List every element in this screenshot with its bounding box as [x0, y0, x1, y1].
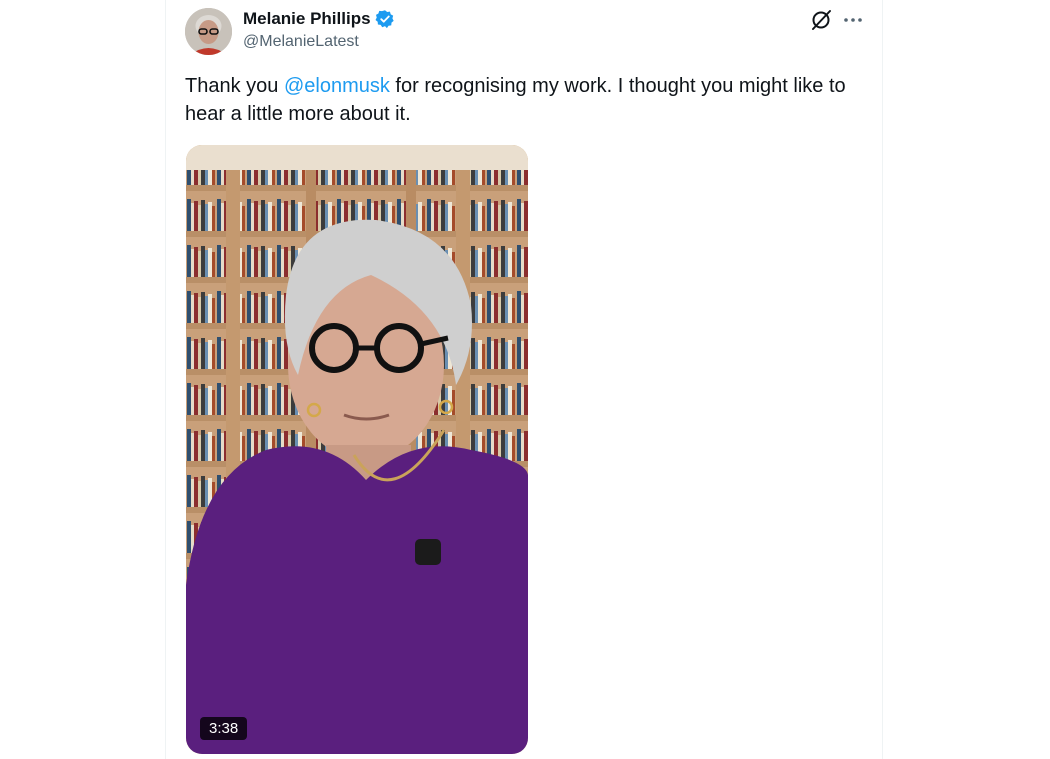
more-options-icon[interactable] — [841, 8, 865, 32]
grok-icon[interactable] — [809, 8, 833, 32]
tweet-card: Melanie Phillips @MelanieLatest Thank yo… — [165, 0, 883, 759]
author-display-name[interactable]: Melanie Phillips — [243, 9, 371, 29]
video-duration-badge: 3:38 — [200, 717, 248, 740]
tweet-text-prefix: Thank you — [185, 75, 284, 97]
author-handle[interactable]: @MelanieLatest — [243, 33, 359, 51]
tweet-text: Thank you @elonmusk for recognising my w… — [185, 72, 875, 128]
video-thumbnail — [186, 145, 528, 754]
verified-badge-icon — [375, 10, 394, 29]
avatar[interactable] — [185, 8, 232, 55]
author-name-row: Melanie Phillips — [243, 8, 395, 30]
mention-link[interactable]: @elonmusk — [284, 75, 390, 97]
video-player[interactable]: 3:38 — [186, 145, 528, 754]
